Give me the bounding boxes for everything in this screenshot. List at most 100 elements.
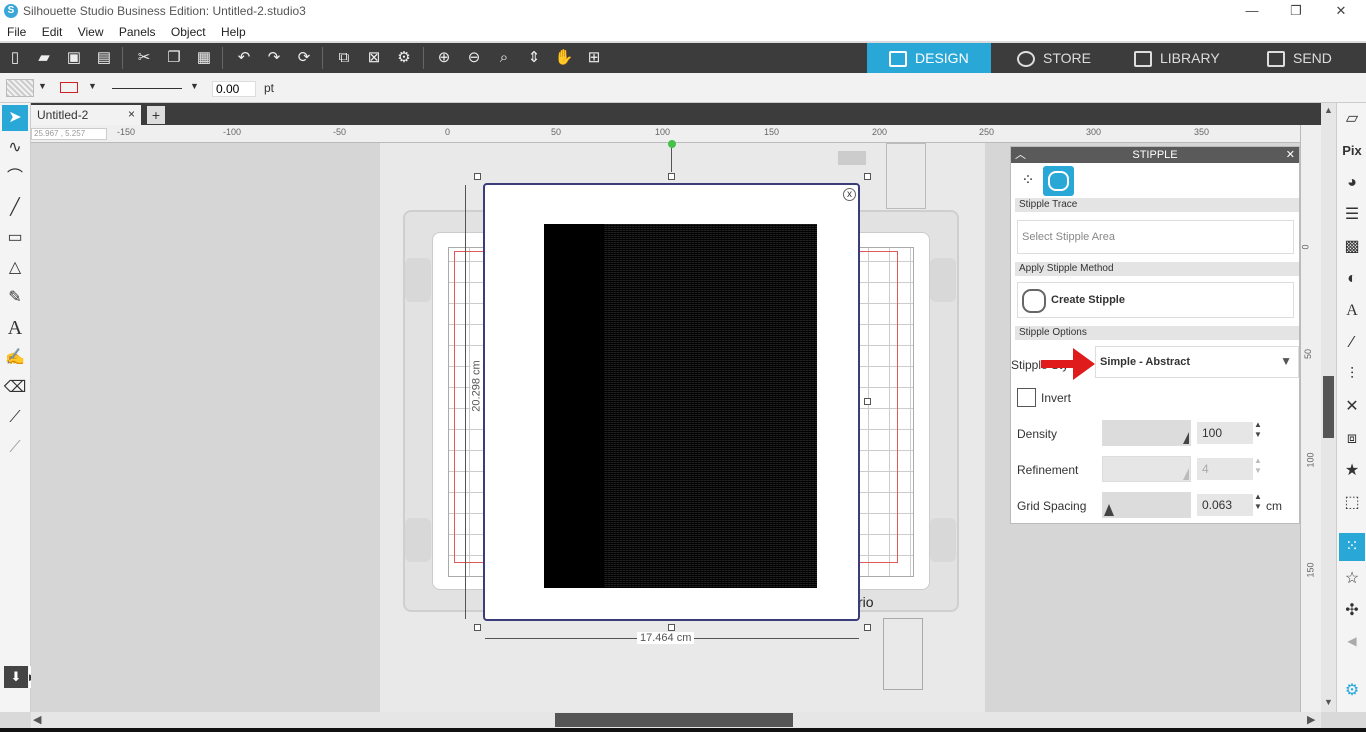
settings-gear-icon[interactable]: ⚙ [1339, 677, 1365, 705]
menu-file[interactable]: File [0, 22, 31, 39]
pixscan-icon[interactable]: Pix [1339, 137, 1365, 165]
line-tool-icon[interactable]: ╱ [2, 195, 28, 221]
collapse-panel-icon[interactable]: ︿ [1015, 147, 1026, 163]
undo-icon[interactable]: ↶ [233, 47, 255, 69]
scroll-left-icon[interactable]: ◀ [33, 713, 41, 726]
menu-panels[interactable]: Panels [112, 22, 161, 39]
refinement-slider[interactable] [1102, 456, 1191, 482]
replicate-icon[interactable]: ⧈ [1339, 425, 1365, 453]
restore-button[interactable]: ❐ [1273, 0, 1319, 22]
text-to-path-icon[interactable]: ∕ [1339, 329, 1365, 357]
print-icon[interactable]: ▤ [93, 47, 115, 69]
open-folder-icon[interactable]: ▰ [33, 47, 55, 69]
stipple-style-dropdown[interactable]: Simple - Abstract ▼ [1095, 346, 1299, 378]
fit-to-page-icon[interactable]: ⊞ [583, 47, 605, 69]
scroll-down-icon[interactable]: ▼ [1324, 697, 1333, 707]
horizontal-scrollbar[interactable]: ◀ ▶ [31, 712, 1321, 728]
copy-icon[interactable]: ❐ [163, 47, 185, 69]
edit-text-icon[interactable]: ✍ [2, 345, 28, 371]
star-icon[interactable]: ☆ [1339, 565, 1365, 593]
page-setup-icon[interactable]: ▱ [1339, 105, 1365, 133]
chevron-down-icon[interactable]: ▼ [190, 81, 199, 91]
knife-tool-icon[interactable]: ⟋ [2, 405, 28, 431]
resize-handle[interactable] [474, 173, 481, 180]
stipple-icon[interactable]: ⁙ [1339, 533, 1365, 561]
zoom-out-icon[interactable]: ⊖ [463, 47, 485, 69]
collapse-left-icon[interactable]: ◀ [1339, 627, 1365, 655]
new-file-icon[interactable]: ▯ [4, 47, 26, 69]
rotate-handle[interactable] [668, 140, 676, 148]
offset-icon[interactable]: ⬚ [1339, 489, 1365, 517]
refinement-stepper-icon[interactable]: ▲ ▼ [1254, 456, 1262, 476]
menu-help[interactable]: Help [214, 22, 251, 39]
tab-store[interactable]: STORE [995, 43, 1112, 73]
close-object-icon[interactable]: x [843, 188, 856, 201]
resize-handle[interactable] [864, 173, 871, 180]
line-style-icon[interactable]: ☰ [1339, 201, 1365, 229]
polygon-tool-icon[interactable]: △ [2, 255, 28, 281]
line-color-swatch[interactable] [60, 82, 78, 93]
fill-color-icon[interactable]: ◕ [1339, 169, 1365, 197]
chevron-down-icon[interactable]: ▼ [88, 81, 97, 91]
redo-icon[interactable]: ↷ [263, 47, 285, 69]
select-by-color-icon[interactable]: ⚙ [393, 47, 415, 69]
scroll-right-icon[interactable]: ▶ [1307, 713, 1315, 726]
resize-handle[interactable] [474, 624, 481, 631]
eyedropper-icon[interactable]: ⟋ [2, 435, 28, 461]
horizontal-scroll-thumb[interactable] [555, 713, 793, 727]
density-slider[interactable] [1102, 420, 1191, 446]
select-stipple-area-button[interactable]: Select Stipple Area [1017, 220, 1294, 254]
point-edit-icon[interactable]: ∿ [2, 135, 28, 161]
paste-icon[interactable]: ▦ [193, 47, 215, 69]
line-style-preview[interactable] [112, 88, 182, 89]
eraser-icon[interactable]: ⌫ [2, 375, 28, 401]
refinement-input[interactable]: 4 [1197, 458, 1253, 480]
rectangle-tool-icon[interactable]: ▭ [2, 225, 28, 251]
grid-spacing-stepper-icon[interactable]: ▲ ▼ [1254, 492, 1262, 512]
menu-view[interactable]: View [71, 22, 109, 39]
zoom-box-icon[interactable]: ⌕ [493, 47, 515, 69]
select-all-icon[interactable]: ⧉ [333, 47, 355, 69]
line-width-input[interactable] [212, 81, 256, 97]
grid-spacing-input[interactable]: 0.063 [1197, 494, 1253, 516]
pencil-tool-icon[interactable]: ✎ [2, 285, 28, 311]
text-tool-icon[interactable]: A [2, 315, 28, 341]
deselect-icon[interactable]: ⊠ [363, 47, 385, 69]
import-download-icon[interactable]: ⬇ [4, 666, 28, 688]
density-input[interactable]: 100 [1197, 422, 1253, 444]
save-icon[interactable]: ▣ [63, 47, 85, 69]
close-panel-icon[interactable]: ✕ [1286, 147, 1295, 163]
create-stipple-button[interactable]: Create Stipple [1017, 282, 1294, 318]
cut-icon[interactable]: ✂ [133, 47, 155, 69]
select-arrow-icon[interactable]: ➤ [2, 105, 28, 131]
vertical-scrollbar[interactable]: ▲ ▼ [1321, 103, 1336, 712]
image-effects-icon[interactable]: ◐ [1339, 265, 1365, 293]
text-style-icon[interactable]: A [1339, 297, 1365, 325]
tab-design[interactable]: DESIGN [867, 43, 991, 73]
align-icon[interactable]: ⫶ [1339, 361, 1365, 389]
minimize-button[interactable]: — [1229, 0, 1275, 22]
redraw-icon[interactable]: ⟳ [293, 47, 315, 69]
resize-handle[interactable] [668, 173, 675, 180]
puzzle-icon[interactable]: ✣ [1339, 597, 1365, 625]
tab-library[interactable]: LIBRARY [1112, 43, 1242, 73]
close-tab-icon[interactable]: × [128, 107, 135, 121]
pan-vertical-icon[interactable]: ⇕ [523, 47, 545, 69]
transform-icon[interactable]: ✕ [1339, 393, 1365, 421]
hand-pan-icon[interactable]: ✋ [553, 47, 575, 69]
stipple-shape-tab-icon[interactable] [1043, 166, 1074, 196]
add-tab-button[interactable]: + [147, 106, 165, 124]
resize-handle[interactable] [864, 624, 871, 631]
menu-edit[interactable]: Edit [35, 22, 68, 39]
zoom-in-icon[interactable]: ⊕ [433, 47, 455, 69]
resize-handle[interactable] [668, 624, 675, 631]
grid-spacing-slider[interactable] [1102, 492, 1191, 518]
curve-tool-icon[interactable]: ⌒ [2, 165, 28, 191]
resize-handle[interactable] [864, 398, 871, 405]
tab-untitled-2[interactable]: Untitled-2 × [31, 105, 141, 125]
vertical-scroll-thumb[interactable] [1323, 376, 1334, 438]
tab-send[interactable]: SEND [1245, 43, 1366, 73]
density-stepper-icon[interactable]: ▲ ▼ [1254, 420, 1262, 440]
invert-checkbox[interactable] [1017, 388, 1036, 407]
modify-icon[interactable]: ★ [1339, 457, 1365, 485]
